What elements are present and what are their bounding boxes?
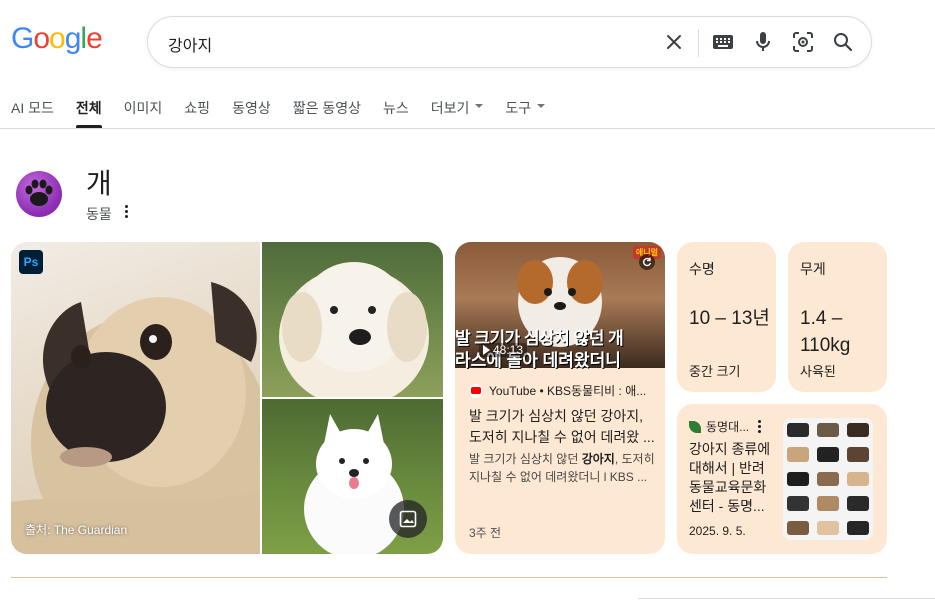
article-source: 동명대... (689, 418, 762, 435)
tab-shopping[interactable]: 쇼핑 (184, 98, 210, 128)
video-duration: 48:13 (479, 343, 528, 357)
search-input[interactable]: 강아지 (168, 32, 212, 56)
tab-all[interactable]: 전체 (75, 98, 102, 128)
image-gallery-icon[interactable] (389, 500, 427, 538)
video-source-label: YouTube • KBS동물티비 : 애... (489, 384, 647, 398)
youtube-icon (469, 383, 483, 398)
entity-title: 개 (86, 168, 112, 199)
retriever-image[interactable] (262, 242, 443, 407)
article-source-label: 동명대... (706, 420, 750, 434)
logo-letter: o (33, 22, 50, 55)
tabs-divider (0, 128, 935, 129)
tab-tools[interactable]: 도구 (505, 98, 546, 128)
tab-label: 더보기 (430, 100, 470, 116)
tab-label: 이미지 (123, 100, 163, 116)
more-options-icon[interactable] (120, 203, 132, 219)
fact-card-weight[interactable]: 무게 1.4 – 110kg 사육된 (788, 242, 887, 392)
tab-ai-mode[interactable]: AI 모드 (11, 98, 54, 128)
article-thumbnail[interactable] (783, 418, 873, 540)
fact-value: 1.4 – 110kg (800, 308, 851, 356)
site-favicon-icon (689, 420, 701, 433)
tab-label: 뉴스 (383, 100, 409, 116)
section-divider (638, 598, 935, 599)
paw-icon (16, 171, 62, 217)
article-date: 2025. 9. 5. (689, 524, 746, 538)
search-box[interactable]: 강아지 (147, 16, 872, 68)
duration-label: 48:13 (493, 343, 524, 357)
fact-label: 무게 (800, 261, 826, 277)
tab-news[interactable]: 뉴스 (383, 98, 409, 128)
logo-letter: o (49, 22, 66, 55)
google-logo[interactable]: Google (11, 22, 103, 56)
logo-letter: g (64, 22, 82, 55)
article-card[interactable]: 동명대... 강아지 종류에 대해서 | 반려동물교육문화 센터 - 동명...… (677, 404, 887, 554)
fact-value: 10 – 13년 (689, 308, 770, 329)
lens-icon[interactable] (791, 30, 815, 54)
play-icon (483, 345, 490, 355)
keyboard-icon[interactable] (711, 30, 735, 54)
video-title[interactable]: 발 크기가 심상치 않던 강아지, 도저히 지나칠 수 없어 데려왔 ... (469, 406, 655, 448)
snippet-text: 발 크기가 심상치 않던 (469, 452, 582, 466)
tab-short-videos[interactable]: 짧은 동영상 (293, 98, 361, 128)
fact-note: 중간 크기 (689, 364, 741, 379)
section-divider (11, 577, 887, 578)
more-options-icon[interactable] (758, 420, 762, 433)
video-age: 3주 전 (469, 526, 502, 540)
photoshop-badge: Ps (19, 250, 43, 274)
article-title[interactable]: 강아지 종류에 대해서 | 반려동물교육문화 센터 - 동명... (689, 440, 773, 516)
search-icon[interactable] (831, 30, 855, 54)
tab-images[interactable]: 이미지 (124, 98, 163, 128)
video-source: YouTube • KBS동물티비 : 애... (469, 382, 646, 399)
fact-label: 수명 (689, 261, 715, 277)
tab-label: 쇼핑 (184, 100, 211, 116)
fact-note: 사육된 (800, 364, 836, 379)
tab-videos[interactable]: 동영상 (232, 98, 271, 128)
image-collage[interactable]: Ps 출처: The Guardian (11, 242, 443, 554)
tab-label: 짧은 동영상 (292, 100, 361, 116)
caret-down-icon (475, 104, 484, 108)
search-divider (698, 29, 699, 57)
tab-label: 동영상 (232, 100, 271, 116)
image-source-caption: 출처: The Guardian (25, 523, 128, 537)
clear-icon[interactable] (662, 30, 686, 54)
mic-icon[interactable] (751, 30, 775, 54)
tab-label: 전체 (75, 100, 102, 116)
refresh-icon (639, 254, 655, 270)
spitz-image[interactable] (262, 399, 443, 554)
fact-card-lifespan[interactable]: 수명 10 – 13년 중간 크기 (677, 242, 776, 392)
logo-letter: G (11, 22, 34, 55)
video-card[interactable]: 애니멀 발 크기가 심상치 않던 개 라스에 돌아 데려왔더니 48:13 Yo… (455, 242, 665, 554)
search-tabs: AI 모드 전체 이미지 쇼핑 동영상 짧은 동영상 뉴스 더보기 도구 (11, 98, 567, 128)
logo-letter: e (86, 22, 103, 55)
caret-down-icon (537, 104, 546, 108)
pug-image[interactable]: Ps 출처: The Guardian (11, 242, 271, 554)
video-thumbnail[interactable]: 애니멀 발 크기가 심상치 않던 개 라스에 돌아 데려왔더니 48:13 (455, 242, 665, 370)
tab-label: AI 모드 (11, 100, 54, 116)
snippet-highlight: 강아지 (581, 452, 615, 466)
video-snippet: 발 크기가 심상치 않던 강아지, 도저히 지나칠 수 없어 데려왔더니 l K… (469, 450, 655, 486)
tab-label: 도구 (505, 100, 532, 116)
tab-more[interactable]: 더보기 (431, 98, 484, 128)
entity-subtitle: 동물 (86, 206, 112, 222)
